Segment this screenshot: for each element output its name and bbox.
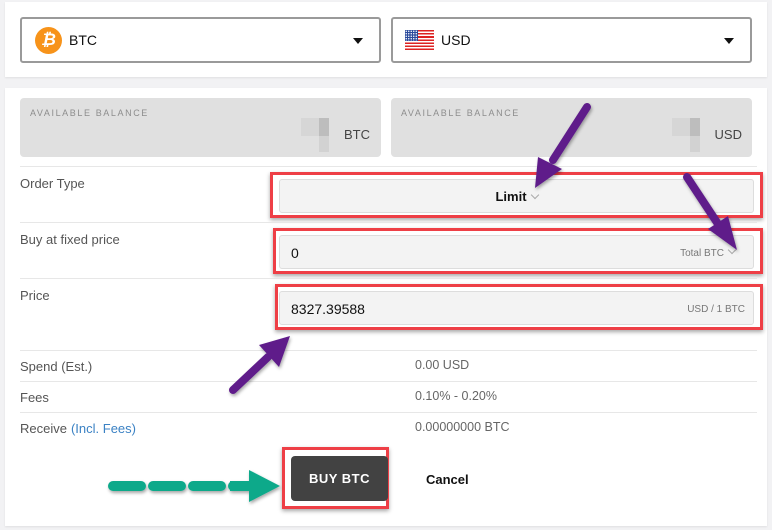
buy-btc-button[interactable]: BUY BTC	[291, 456, 388, 501]
highlight-box	[270, 172, 763, 218]
crypto-currency-select[interactable]: ₿ BTC	[20, 17, 381, 63]
price-label: Price	[20, 288, 50, 303]
amount-label: Buy at fixed price	[20, 232, 120, 247]
divider	[20, 278, 757, 279]
caret-down-icon	[724, 38, 734, 44]
balance-currency: USD	[714, 127, 742, 142]
order-type-label: Order Type	[20, 176, 85, 191]
btc-balance-panel: AVAILABLE BALANCE BTC	[20, 98, 381, 157]
divider	[20, 350, 757, 351]
balance-currency: BTC	[344, 127, 370, 142]
usd-balance-panel: AVAILABLE BALANCE USD	[391, 98, 752, 157]
highlight-box	[275, 284, 763, 330]
divider	[20, 166, 757, 167]
fees-value: 0.10% - 0.20%	[415, 389, 497, 403]
divider	[20, 222, 757, 223]
currency-selector-card: ₿ BTC USD	[5, 2, 767, 77]
us-flag-icon	[405, 30, 434, 50]
hidden-balance-value	[301, 118, 329, 152]
fiat-currency-label: USD	[441, 32, 471, 48]
receive-value: 0.00000000 BTC	[415, 420, 510, 434]
crypto-currency-label: BTC	[69, 32, 97, 48]
divider	[20, 412, 757, 413]
spend-value: 0.00 USD	[415, 358, 470, 372]
fiat-currency-select[interactable]: USD	[391, 17, 752, 63]
fees-label: Fees	[20, 390, 49, 405]
hidden-balance-value	[672, 118, 700, 152]
caret-down-icon	[353, 38, 363, 44]
highlight-box	[273, 228, 763, 274]
incl-fees-link[interactable]: (Incl. Fees)	[71, 421, 136, 436]
cancel-button[interactable]: Cancel	[426, 472, 469, 487]
order-card: AVAILABLE BALANCE BTC AVAILABLE BALANCE …	[5, 88, 767, 526]
balance-label: AVAILABLE BALANCE	[401, 108, 520, 118]
bitcoin-icon: ₿	[35, 26, 62, 54]
receive-label: Receive (Incl. Fees)	[20, 421, 136, 436]
divider	[20, 381, 757, 382]
balance-label: AVAILABLE BALANCE	[30, 108, 149, 118]
spend-label: Spend (Est.)	[20, 359, 93, 374]
